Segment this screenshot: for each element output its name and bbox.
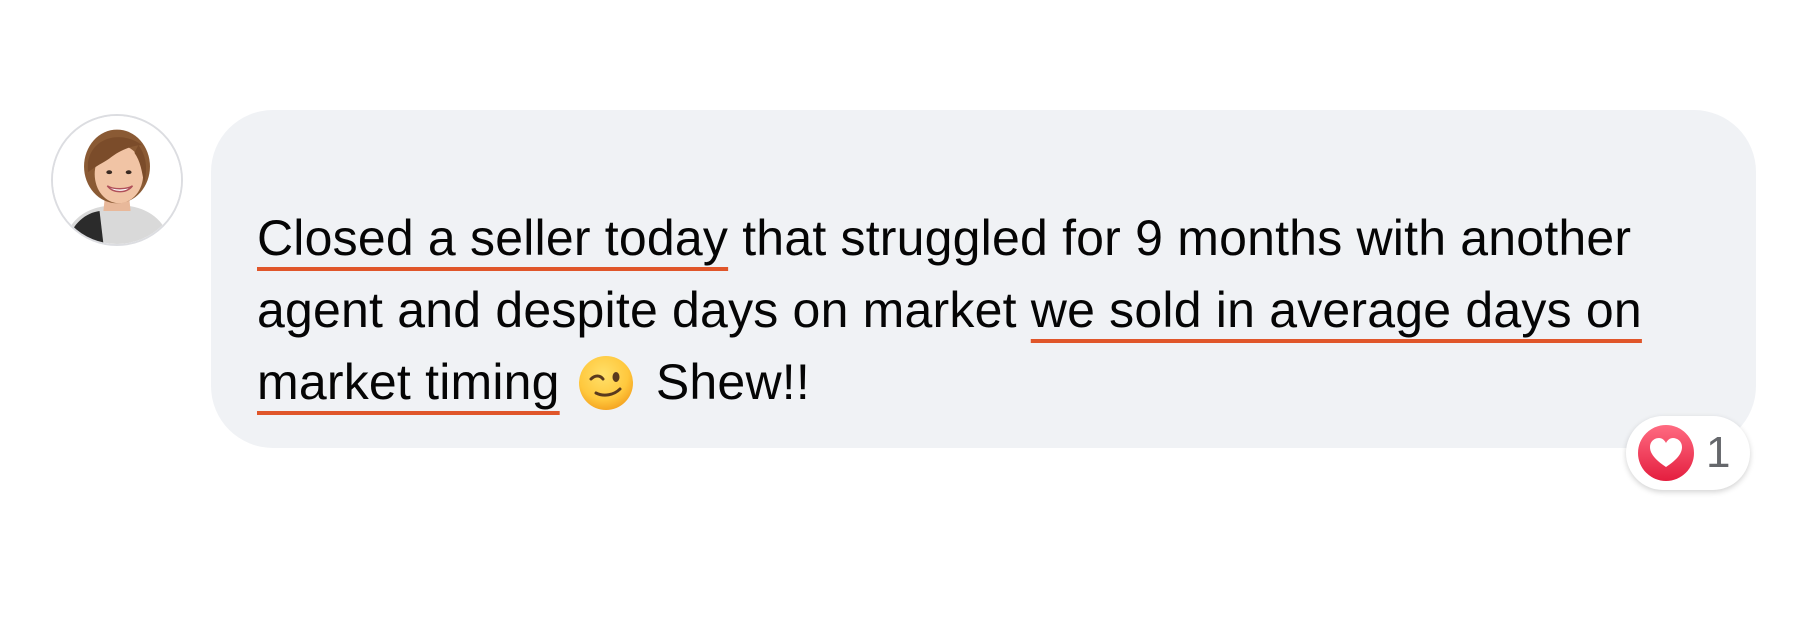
- user-avatar-photo: [53, 116, 181, 244]
- comment-text: Closed a seller today that struggled for…: [257, 202, 1717, 418]
- avatar[interactable]: [51, 114, 183, 246]
- highlighted-phrase: Closed a seller today: [257, 210, 729, 266]
- reaction-summary-button[interactable]: 1: [1626, 416, 1750, 490]
- comment-text-segment: [560, 354, 574, 410]
- winking-face-emoji: [576, 353, 636, 413]
- comment-text-segment: Shew!!: [641, 354, 810, 410]
- reaction-count: 1: [1706, 428, 1731, 477]
- heart-icon: [1636, 423, 1696, 483]
